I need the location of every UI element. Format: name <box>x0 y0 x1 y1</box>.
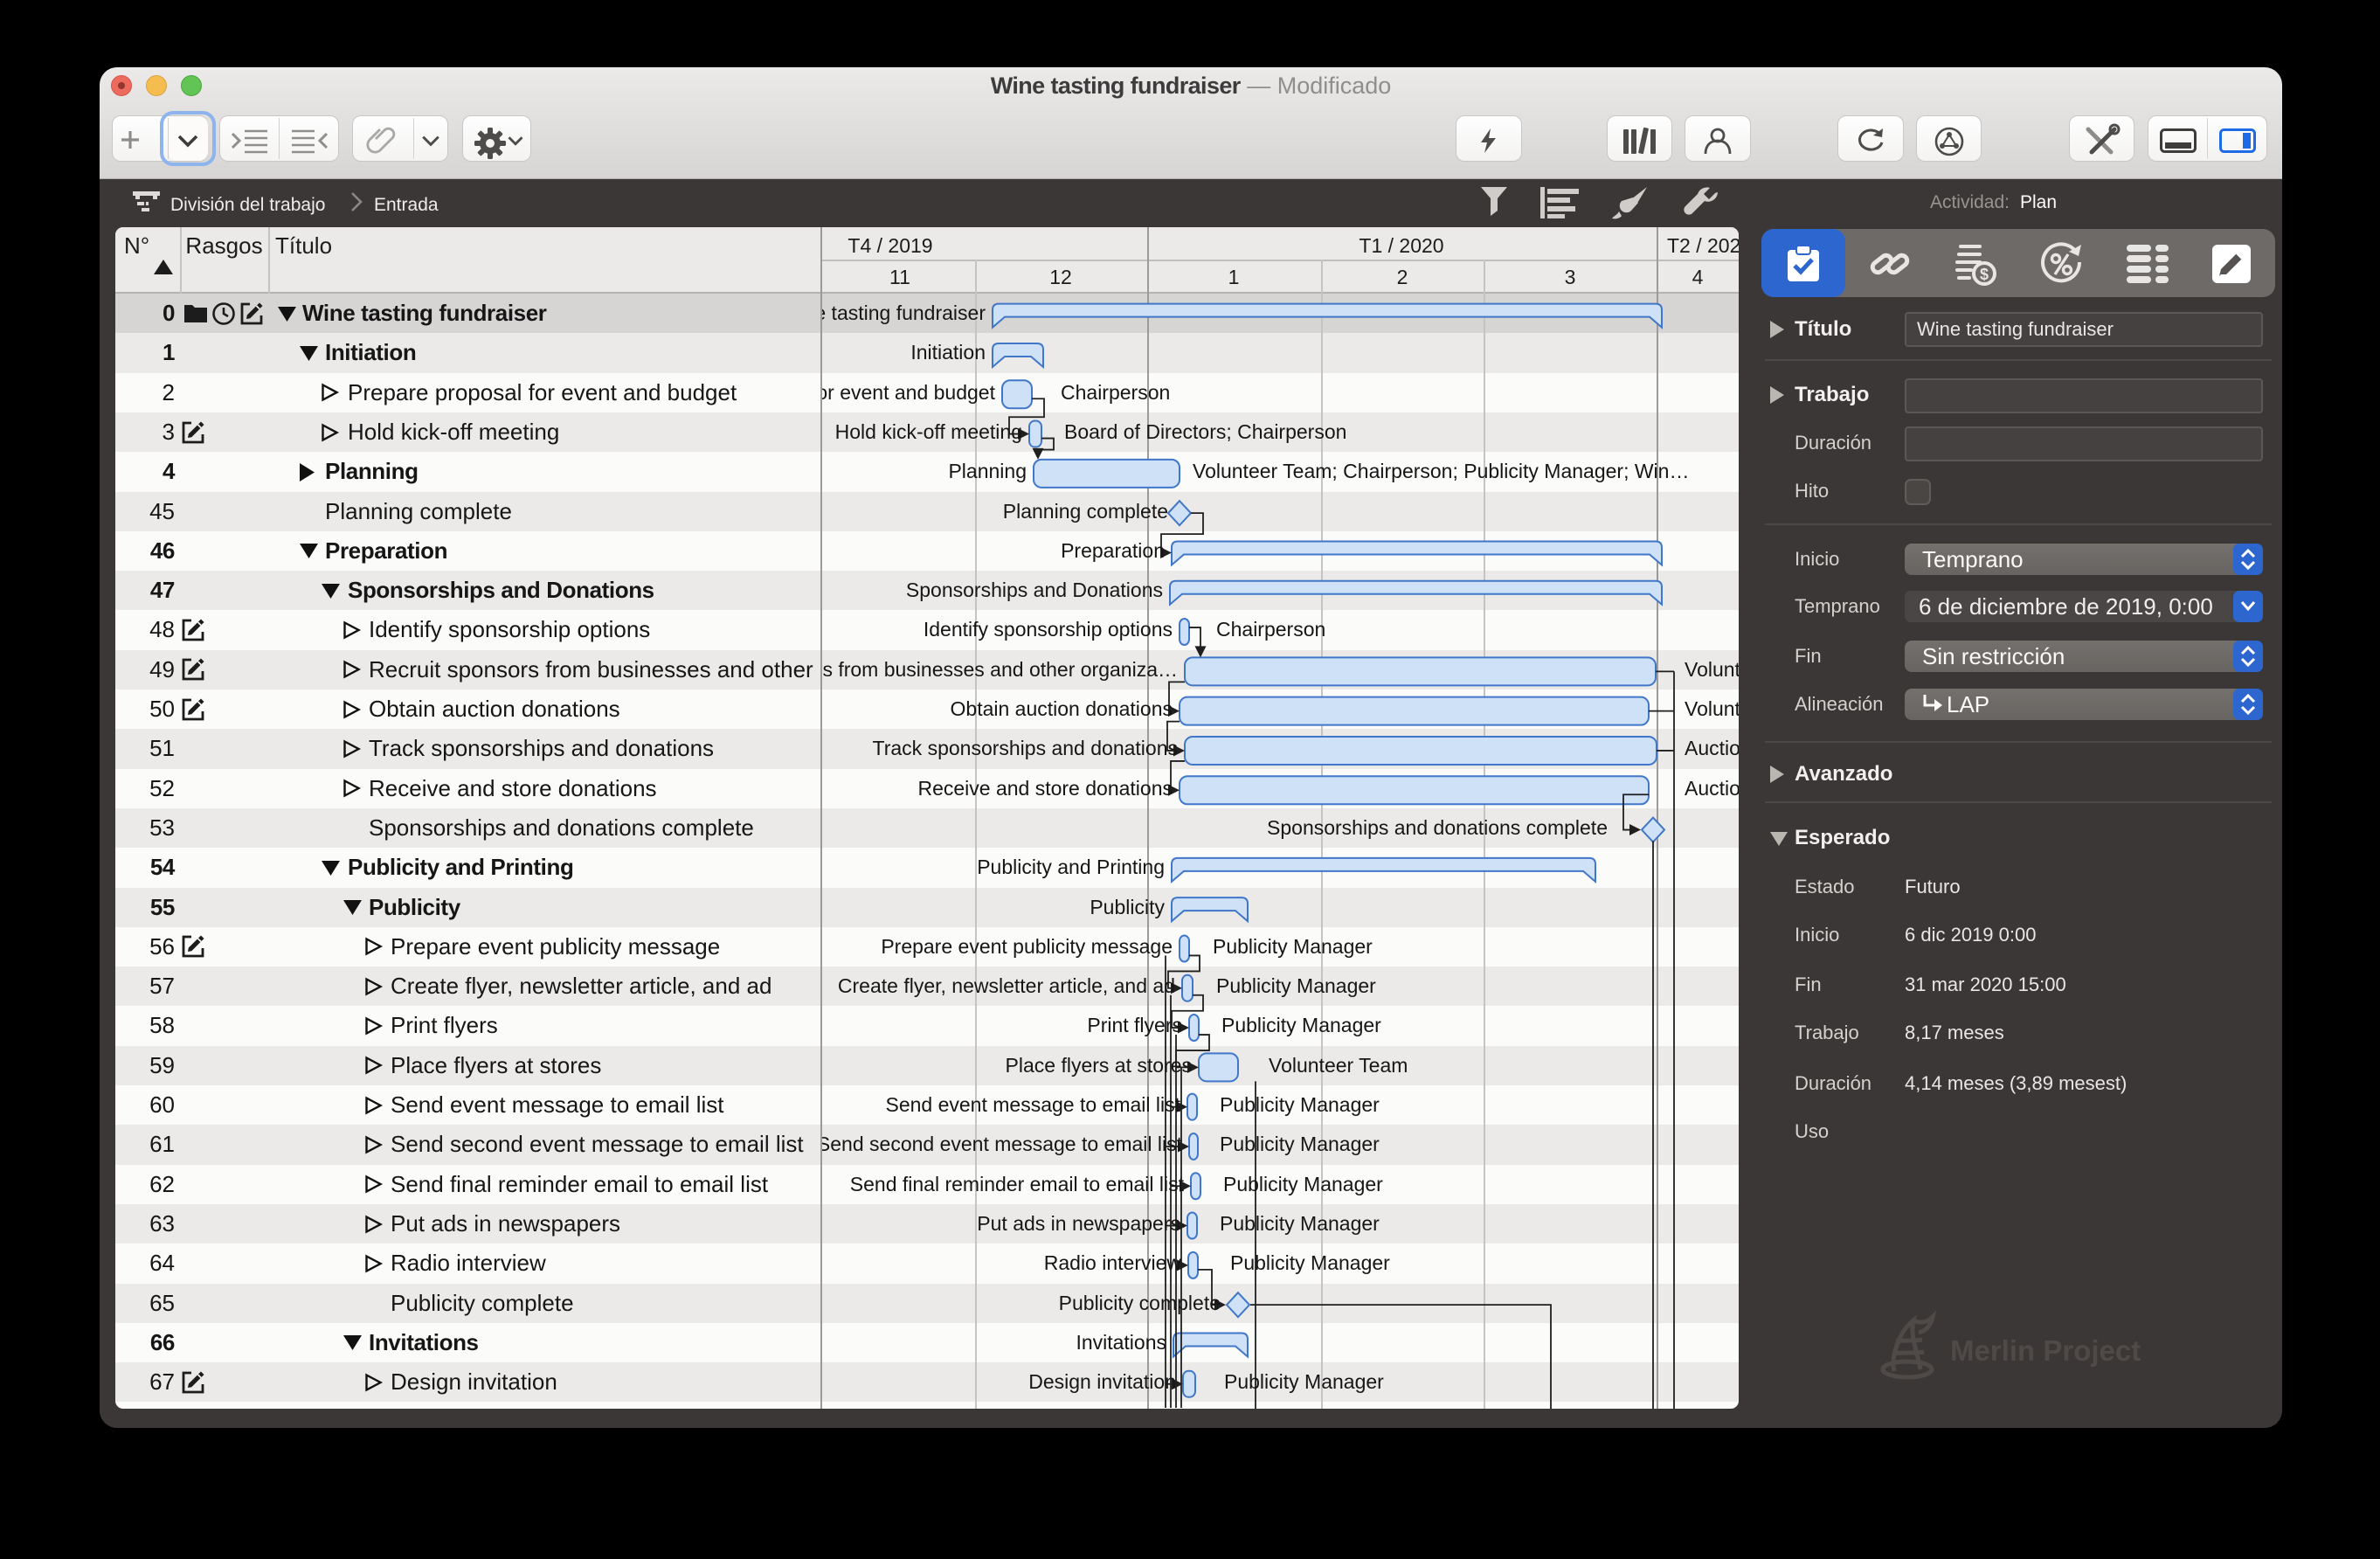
svg-text:$: $ <box>1980 266 1989 283</box>
